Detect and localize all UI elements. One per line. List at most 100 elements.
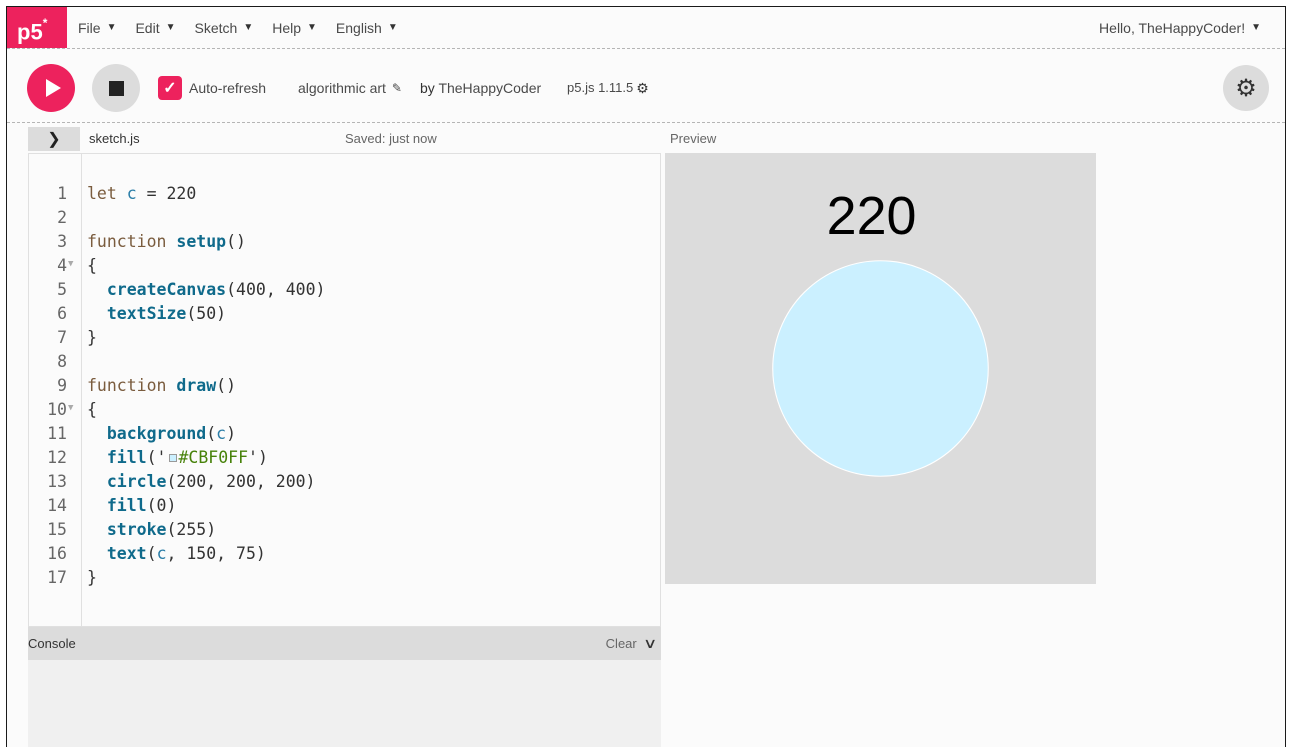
stop-icon	[108, 80, 124, 96]
keyword: let	[87, 184, 117, 203]
code-rest: (400, 400)	[226, 280, 326, 299]
code-line: 16 text(c, 150, 75)	[29, 542, 660, 566]
menu-sketch-label: Sketch	[194, 19, 238, 36]
function-call: text	[106, 544, 147, 563]
line-number: 8	[57, 352, 67, 371]
auto-refresh-checkbox[interactable]: ✓	[158, 76, 182, 100]
menu-help[interactable]: Help ▼	[272, 20, 317, 36]
code-text: }	[87, 328, 97, 347]
code-line: 6 textSize(50)	[29, 302, 660, 326]
code-editor[interactable]: 1 let c = 220 2 3 function setup() 4 ▼{ 5 c…	[28, 153, 661, 627]
code-rest: ')	[248, 448, 268, 467]
code-text: let c = 220	[87, 182, 196, 206]
line-number: 1	[57, 184, 67, 203]
menu-file[interactable]: File ▼	[78, 20, 116, 36]
caret-down-icon: ▼	[165, 22, 176, 33]
code-text: function draw()	[87, 374, 236, 398]
code-text: }	[87, 568, 97, 587]
console-title: Console	[28, 636, 76, 651]
code-line: 12 fill(' #CBF0FF')	[29, 446, 660, 470]
code-text: function setup()	[87, 230, 246, 254]
code-line: 5 createCanvas(400, 400)	[29, 278, 660, 302]
menu-edit[interactable]: Edit ▼	[135, 20, 175, 36]
variable: c	[126, 184, 137, 203]
code-text: fill(0)	[87, 494, 177, 518]
checkmark-icon: ✓	[163, 80, 177, 97]
menu-file-label: File	[78, 19, 101, 36]
code-text: background(c)	[87, 422, 236, 446]
code-line: 1 let c = 220	[29, 182, 660, 206]
menu-language[interactable]: English ▼	[336, 20, 398, 36]
code-rest: ('	[146, 448, 167, 467]
line-number: 16	[47, 544, 67, 563]
line-number: 6	[57, 304, 67, 323]
line-number: 2	[57, 208, 67, 227]
code-text: circle(200, 200, 200)	[87, 470, 316, 494]
settings-button[interactable]: ⚙	[1223, 65, 1269, 111]
line-number: 13	[47, 472, 67, 491]
chevron-down-icon[interactable]: ∨	[643, 635, 657, 652]
owner-link[interactable]: TheHappyCoder	[438, 80, 541, 96]
caret-down-icon: ▼	[106, 22, 117, 33]
code-rest: )	[226, 424, 237, 443]
fold-arrow-icon[interactable]: ▼	[68, 398, 73, 418]
gear-icon: ⚙	[636, 80, 649, 96]
code-rest: (	[146, 544, 157, 563]
gear-icon: ⚙	[1235, 74, 1257, 102]
keyword: function	[87, 232, 167, 251]
canvas-circle	[772, 260, 989, 477]
console-actions: Clear ∨	[606, 635, 657, 652]
top-nav: p5* File ▼ Edit ▼ Sketch ▼ Help ▼ English ▼ H…	[7, 7, 1285, 49]
line-number: 17	[47, 568, 67, 587]
play-button[interactable]	[27, 64, 75, 112]
user-menu[interactable]: Hello, TheHappyCoder! ▼	[1099, 7, 1261, 48]
caret-down-icon: ▼	[307, 22, 317, 33]
code-text: createCanvas(400, 400)	[87, 278, 326, 302]
caret-down-icon: ▼	[1251, 22, 1261, 33]
caret-down-icon: ▼	[387, 22, 398, 33]
line-number: 4	[57, 256, 67, 275]
menu-help-label: Help	[272, 19, 302, 36]
preview-canvas[interactable]: 220	[665, 153, 1096, 584]
code-rest: (	[206, 424, 217, 443]
menu-sketch[interactable]: Sketch ▼	[195, 20, 254, 36]
project-name[interactable]: algorithmic art ✎	[298, 76, 402, 100]
app-window: p5* File ▼ Edit ▼ Sketch ▼ Help ▼ English ▼ H…	[6, 6, 1286, 747]
color-swatch[interactable]	[168, 454, 177, 462]
function-call: background	[106, 424, 207, 443]
function-call: fill	[106, 448, 147, 467]
line-number: 7	[57, 328, 67, 347]
stop-button[interactable]	[92, 64, 140, 112]
console-clear-button[interactable]: Clear	[606, 636, 637, 651]
line-number: 12	[47, 448, 67, 467]
function-call: stroke	[106, 520, 167, 539]
variable: c	[216, 424, 227, 443]
project-name-text: algorithmic art	[298, 80, 386, 96]
code-line: 2	[29, 206, 660, 230]
code-text: textSize(50)	[87, 302, 226, 326]
code-rest: , 150, 75)	[166, 544, 266, 563]
toolbar: ✓ Auto-refresh algorithmic art ✎ by TheH…	[7, 49, 1285, 123]
code-text: fill(' #CBF0FF')	[87, 446, 268, 470]
code-lines: 1 let c = 220 2 3 function setup() 4 ▼{ 5 c…	[29, 182, 660, 590]
variable: c	[156, 544, 167, 563]
code-line: 10 ▼ {	[29, 398, 660, 422]
canvas-text: 220	[827, 186, 917, 246]
by-label: by	[420, 80, 435, 96]
code-line: 8	[29, 350, 660, 374]
user-greeting: Hello, TheHappyCoder!	[1099, 19, 1246, 36]
code-text: {	[87, 256, 97, 275]
console-header: Console Clear ∨	[28, 627, 661, 660]
menu-edit-label: Edit	[135, 19, 160, 36]
code-line: 11 background(c)	[29, 422, 660, 446]
logo-asterisk: *	[42, 16, 48, 30]
code-line: 3 function setup()	[29, 230, 660, 254]
sidebar-toggle-button[interactable]: ❯	[28, 127, 80, 151]
p5-logo[interactable]: p5*	[7, 7, 67, 48]
auto-refresh-label[interactable]: Auto-refresh	[189, 76, 266, 100]
version-selector[interactable]: p5.js 1.11.5 ⚙	[567, 76, 649, 100]
fold-arrow-icon[interactable]: ▼	[68, 254, 73, 274]
main-menu: File ▼ Edit ▼ Sketch ▼ Help ▼ English ▼	[78, 7, 398, 48]
line-number: 15	[47, 520, 67, 539]
code-line: 13 circle(200, 200, 200)	[29, 470, 660, 494]
